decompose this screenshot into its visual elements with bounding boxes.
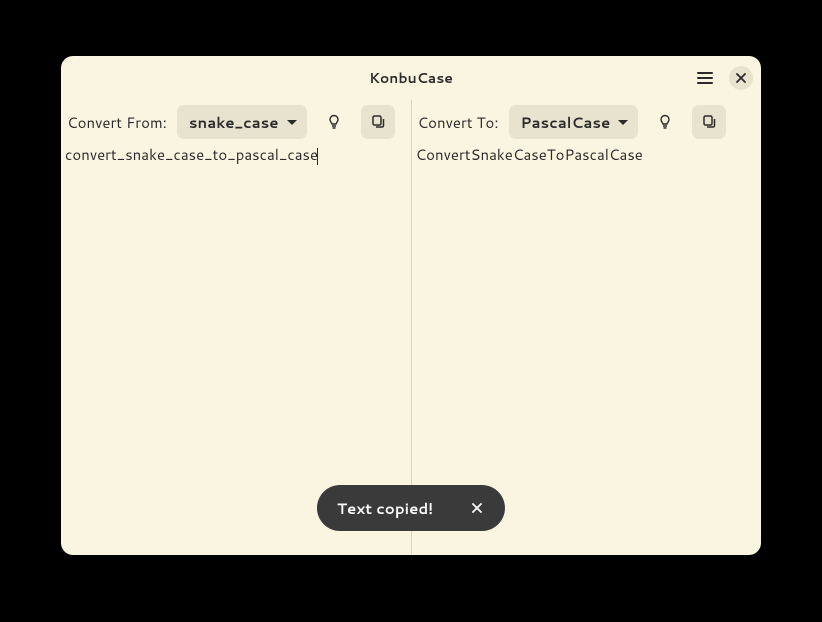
lightbulb-icon — [326, 114, 342, 130]
source-text: convert_snake_case_to_pascal_case — [65, 144, 318, 165]
result-copy-button[interactable] — [692, 105, 726, 139]
hamburger-icon — [697, 72, 713, 84]
text-caret — [317, 148, 318, 165]
close-button[interactable] — [729, 66, 753, 90]
toast-notification: Text copied! — [317, 485, 505, 531]
result-text: ConvertSnakeCaseToPascalCase — [416, 144, 643, 165]
copy-icon — [370, 114, 386, 130]
result-case-value: PascalCase — [521, 112, 611, 133]
toast-message: Text copied! — [337, 498, 433, 519]
titlebar-controls — [691, 64, 753, 92]
titlebar: KonbuCase — [61, 56, 761, 100]
chevron-down-icon — [287, 120, 297, 125]
result-case-dropdown[interactable]: PascalCase — [509, 105, 639, 139]
app-window: KonbuCase Convert From: snake_case — [61, 56, 761, 555]
lightbulb-icon — [657, 114, 673, 130]
content-panes: Convert From: snake_case convert_snake_c… — [61, 100, 761, 555]
result-hint-button[interactable] — [648, 105, 682, 139]
source-hint-button[interactable] — [317, 105, 351, 139]
source-label: Convert From: — [67, 112, 167, 133]
chevron-down-icon — [618, 120, 628, 125]
menu-button[interactable] — [691, 64, 719, 92]
source-copy-button[interactable] — [361, 105, 395, 139]
result-toolbar: Convert To: PascalCase — [412, 100, 762, 144]
copy-icon — [701, 114, 717, 130]
close-icon — [736, 73, 746, 83]
close-icon — [472, 503, 482, 513]
result-label: Convert To: — [418, 112, 499, 133]
toast-close-button[interactable] — [463, 494, 491, 522]
source-case-dropdown[interactable]: snake_case — [177, 105, 307, 139]
window-title: KonbuCase — [369, 68, 453, 88]
source-case-value: snake_case — [189, 112, 279, 133]
source-toolbar: Convert From: snake_case — [61, 100, 411, 144]
